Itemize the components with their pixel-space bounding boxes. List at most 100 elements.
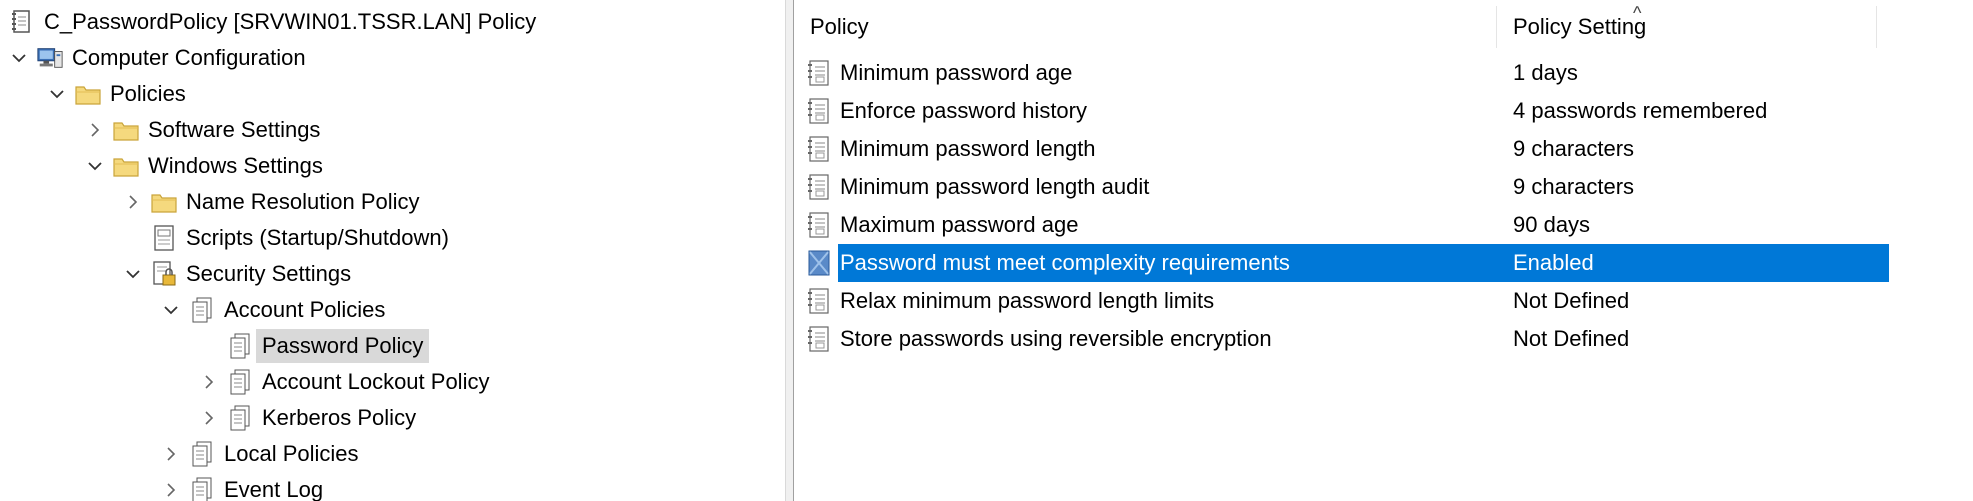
policy-document-icon: [188, 476, 216, 501]
cell-policy: Relax minimum password length limits: [806, 282, 1497, 320]
chevron-down-icon[interactable]: [46, 77, 68, 111]
policy-setting-icon: [806, 58, 832, 88]
policy-setting-icon: [806, 286, 832, 316]
policy-name: Minimum password length: [840, 136, 1096, 161]
policy-setting-value: 1 days: [1513, 60, 1578, 85]
policy-document-icon: [226, 368, 254, 396]
tree-node-label: Account Lockout Policy: [262, 369, 490, 394]
tree-node-label: Password Policy: [256, 329, 430, 363]
tree-node-computer-configuration[interactable]: Computer Configuration: [8, 41, 306, 75]
folder-icon: [74, 80, 102, 108]
table-row[interactable]: Password must meet complexity requiremen…: [806, 244, 1973, 282]
tree-node-label: Scripts (Startup/Shutdown): [186, 225, 449, 250]
policy-list-view[interactable]: Policy ^ Policy Setting Minimum password…: [794, 0, 1973, 501]
tree-node-label: Kerberos Policy: [262, 405, 417, 430]
computer-icon: [36, 44, 64, 72]
tree-node-windows-settings[interactable]: Windows Settings: [84, 149, 323, 183]
script-icon: [150, 224, 178, 252]
tree-node-event-log[interactable]: Event Log: [160, 473, 323, 501]
column-header-policy[interactable]: Policy: [794, 6, 1497, 48]
chevron-down-icon[interactable]: [8, 41, 30, 75]
table-row[interactable]: Minimum password length audit 9 character…: [806, 168, 1973, 206]
tree-node-kerberos-policy[interactable]: Kerberos Policy: [198, 401, 416, 435]
tree-node-label: C_PasswordPolicy [SRVWIN01.TSSR.LAN] Pol…: [44, 9, 537, 34]
chevron-right-icon[interactable]: [198, 401, 220, 435]
chevron-right-icon[interactable]: [160, 473, 182, 501]
policy-setting-value: 90 days: [1513, 212, 1591, 237]
policy-document-icon: [188, 440, 216, 468]
table-row[interactable]: Store passwords using reversible encrypt…: [806, 320, 1973, 358]
chevron-right-icon[interactable]: [84, 113, 106, 147]
column-header-label: Policy Setting: [1513, 14, 1647, 39]
folder-icon: [112, 152, 140, 180]
tree-node-label: Security Settings: [186, 261, 352, 286]
tree-node-policies[interactable]: Policies: [46, 77, 186, 111]
table-row[interactable]: Minimum password age 1 days: [806, 54, 1973, 92]
policy-setting-value: Not Defined: [1513, 288, 1630, 313]
cell-policy: Store passwords using reversible encrypt…: [806, 320, 1497, 358]
policy-name: Password must meet complexity requiremen…: [840, 250, 1290, 275]
table-row[interactable]: Relax minimum password length limits Not …: [806, 282, 1973, 320]
policy-document-icon: [188, 296, 216, 324]
tree-node-label: Computer Configuration: [72, 45, 306, 70]
cell-policy: Minimum password length audit: [806, 168, 1497, 206]
chevron-right-icon[interactable]: [198, 365, 220, 399]
tree-node-account-lockout-policy[interactable]: Account Lockout Policy: [198, 365, 489, 399]
cell-policy: Minimum password age: [806, 54, 1497, 92]
tree-node-password-policy[interactable]: Password Policy: [226, 329, 430, 363]
policy-setting-value: 4 passwords remembered: [1513, 98, 1768, 123]
tree-node-security-settings[interactable]: Security Settings: [122, 257, 351, 291]
policy-name: Minimum password age: [840, 60, 1073, 85]
tree-node-label: Local Policies: [224, 441, 359, 466]
sort-ascending-icon: ^: [1633, 3, 1642, 23]
tree-node-label: Event Log: [224, 477, 324, 501]
policy-name: Relax minimum password length limits: [840, 288, 1215, 313]
policy-setting-value: 9 characters: [1513, 136, 1635, 161]
table-row[interactable]: Enforce password history 4 passwords reme…: [806, 92, 1973, 130]
policy-name: Store passwords using reversible encrypt…: [840, 326, 1272, 351]
gpo-document-icon: [8, 8, 36, 36]
policy-setting-value: Enabled: [1513, 250, 1594, 275]
column-header-policy-setting[interactable]: ^ Policy Setting: [1497, 3, 1877, 48]
policy-setting-icon: [806, 134, 832, 164]
tree-node-local-policies[interactable]: Local Policies: [160, 437, 359, 471]
policy-setting-icon: [806, 324, 832, 354]
cell-policy: Enforce password history: [806, 92, 1497, 130]
tree-node-label: Software Settings: [148, 117, 321, 142]
policy-setting-icon: [806, 210, 832, 240]
tree-node-label: Windows Settings: [148, 153, 323, 178]
security-lock-icon: [150, 260, 178, 288]
policy-name: Maximum password age: [840, 212, 1079, 237]
policy-setting-value: Not Defined: [1513, 326, 1630, 351]
folder-icon: [150, 188, 178, 216]
policy-name: Enforce password history: [840, 98, 1087, 123]
policy-document-icon: [226, 332, 254, 360]
tree-node-label: Account Policies: [224, 297, 386, 322]
tree-node-account-policies[interactable]: Account Policies: [160, 293, 385, 327]
policy-setting-icon: [806, 248, 832, 278]
cell-policy: Maximum password age: [806, 206, 1497, 244]
tree-node-label: Name Resolution Policy: [186, 189, 420, 214]
chevron-right-icon[interactable]: [160, 437, 182, 471]
list-header: Policy ^ Policy Setting: [794, 3, 1894, 48]
tree-node-root[interactable]: C_PasswordPolicy [SRVWIN01.TSSR.LAN] Pol…: [8, 5, 536, 39]
cell-policy: Minimum password length: [806, 130, 1497, 168]
policy-name: Minimum password length audit: [840, 174, 1150, 199]
chevron-down-icon[interactable]: [122, 257, 144, 291]
pane-splitter[interactable]: [785, 0, 794, 501]
policy-setting-icon: [806, 96, 832, 126]
table-row[interactable]: Minimum password length 9 characters: [806, 130, 1973, 168]
policy-document-icon: [226, 404, 254, 432]
tree-node-name-resolution-policy[interactable]: Name Resolution Policy: [122, 185, 420, 219]
tree-node-scripts[interactable]: Scripts (Startup/Shutdown): [150, 221, 449, 255]
chevron-down-icon[interactable]: [84, 149, 106, 183]
chevron-right-icon[interactable]: [122, 185, 144, 219]
chevron-down-icon[interactable]: [160, 293, 182, 327]
console-tree[interactable]: C_PasswordPolicy [SRVWIN01.TSSR.LAN] Pol…: [0, 0, 785, 501]
tree-node-label: Policies: [110, 81, 186, 106]
tree-node-software-settings[interactable]: Software Settings: [84, 113, 320, 147]
policy-setting-value: 9 characters: [1513, 174, 1635, 199]
policy-setting-icon: [806, 172, 832, 202]
table-row[interactable]: Maximum password age 90 days: [806, 206, 1973, 244]
folder-icon: [112, 116, 140, 144]
